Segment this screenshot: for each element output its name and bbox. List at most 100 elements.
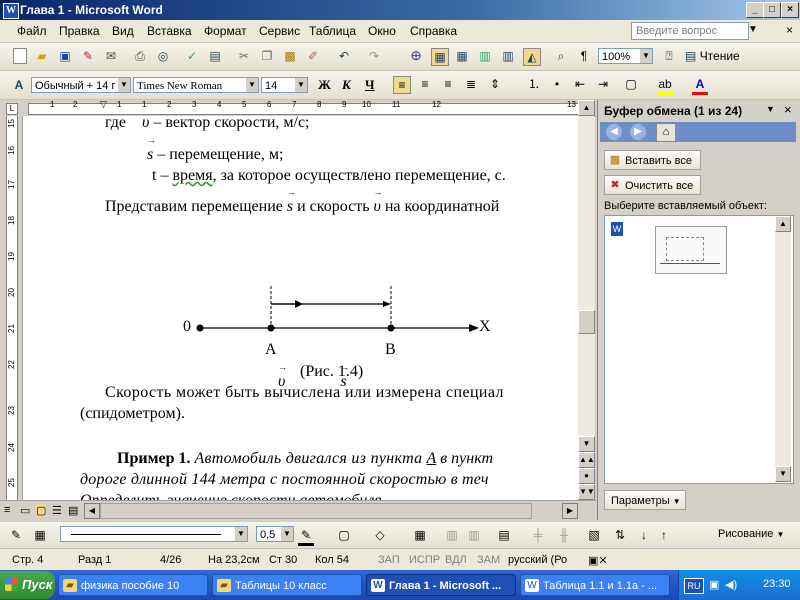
borders-icon[interactable]: ▢ [336,527,352,543]
print-layout-icon[interactable]: ▢ [36,504,47,517]
highlight-icon[interactable]: ab [657,76,673,95]
sort-asc-icon[interactable]: ↓ [636,527,652,543]
justify-icon[interactable]: ≣ [463,76,479,92]
table-icon[interactable]: ▦ [412,527,428,543]
print-preview-icon[interactable]: ◎ [155,48,171,64]
clear-all-button[interactable]: ✖ Очистить все [604,175,701,195]
back-icon[interactable]: ◀ [606,124,622,140]
undo-icon[interactable]: ↶ [336,48,352,64]
normal-view-icon[interactable]: ≡ [4,504,10,516]
columns-icon[interactable]: ▥ [500,48,516,64]
decrease-indent-icon[interactable]: ⇤ [572,76,588,92]
show-hide-icon[interactable]: ¶ [576,48,592,64]
permission-icon[interactable]: ✎ [80,48,96,64]
merge-cells-icon[interactable]: ▥ [444,527,460,543]
list-scrollbar[interactable]: ▲ ▼ [775,216,791,482]
options-button[interactable]: Параметры ▼ [604,490,686,510]
hyperlink-icon[interactable]: 🜨 [408,48,424,64]
vertical-ruler[interactable]: 15 16 17 18 19 20 21 22 23 24 25 [0,116,23,500]
styles-icon[interactable]: A [11,77,27,93]
clipboard-items-list[interactable]: W ▲ ▼ [604,215,794,484]
browse-object-icon[interactable]: ● [578,468,595,484]
menu-table[interactable]: Таблица [309,24,356,38]
align-center-icon[interactable]: ≡ [417,76,433,92]
home-icon[interactable]: ⌂ [656,123,676,142]
copy-icon[interactable]: ❐ [259,48,275,64]
menu-insert[interactable]: Вставка [147,24,192,38]
scroll-down-icon[interactable]: ▼ [775,466,791,482]
italic-button[interactable]: К [342,77,351,93]
taskbar-item[interactable]: ▰ Таблицы 10 класс [212,574,362,596]
spelling-status-icon[interactable]: ▣✕ [588,554,608,567]
text-direction-icon[interactable]: ⇅ [612,527,628,543]
menu-view[interactable]: Вид [112,24,134,38]
numbering-icon[interactable]: ⒈ [526,76,542,92]
clock[interactable]: 23:30 [763,578,791,590]
redo-icon[interactable]: ↷ [366,48,382,64]
hscroll-thumb[interactable] [100,503,532,519]
vertical-scrollbar[interactable]: ▲ ▼ ▲▲ ● ▼▼ [578,100,595,500]
menu-edit[interactable]: Правка [59,24,100,38]
document-map-icon[interactable]: ⌕ [553,48,569,64]
align-right-icon[interactable]: ≡ [440,76,456,92]
align-icon[interactable]: ▤ [496,527,512,543]
menu-tools[interactable]: Сервис [259,24,300,38]
style-select[interactable]: Обычный + 14 г ▼ [31,77,131,93]
bold-button[interactable]: Ж [318,77,331,93]
cut-icon[interactable]: ✂ [236,48,252,64]
distribute-cols-icon[interactable]: ╫ [556,527,572,543]
paste-icon[interactable]: ▩ [282,48,298,64]
font-select[interactable]: Times New Roman ▼ [133,77,259,93]
drawing-icon[interactable]: ◭ [523,48,541,66]
font-size-select[interactable]: 14 ▼ [261,77,308,93]
email-icon[interactable]: ✉ [103,48,119,64]
font-color-icon[interactable]: A [692,76,708,95]
word-icon[interactable]: W [3,3,19,19]
increase-indent-icon[interactable]: ⇥ [595,76,611,92]
network-icon[interactable]: ▣ [709,578,719,591]
insert-excel-icon[interactable]: ▥ [477,48,493,64]
scroll-down-icon[interactable]: ▼ [578,436,595,452]
distribute-rows-icon[interactable]: ╪ [530,527,546,543]
align-left-icon[interactable]: ≡ [393,76,411,94]
research-icon[interactable]: ▤ [207,48,223,64]
line-spacing-icon[interactable]: ⇕ [487,76,503,92]
outline-view-icon[interactable]: ☰ [52,504,62,517]
split-cells-icon[interactable]: ▥ [466,527,482,543]
next-page-icon[interactable]: ▼▼ [578,484,595,500]
line-color-icon[interactable]: ✎ [298,527,314,546]
autoformat-icon[interactable]: ▧ [586,527,602,543]
paste-all-button[interactable]: ▩ Вставить все [604,150,701,170]
scroll-up-icon[interactable]: ▲ [578,100,595,116]
dropdown-arrow-icon[interactable]: ▼ [748,24,758,35]
menu-file[interactable]: Файл [17,24,47,38]
diagram-icon[interactable]: ▦ [32,527,48,543]
scroll-thumb[interactable] [578,310,595,334]
zoom-select[interactable]: 100% ▼ [598,48,653,64]
status-overtype[interactable]: ЗАМ [477,554,500,566]
horizontal-scrollbar[interactable]: ≡ ▭ ▢ ☰ ▤ ◀ ▶ [0,500,597,521]
minimize-button[interactable]: _ [746,2,764,18]
previous-page-icon[interactable]: ▲▲ [578,452,595,468]
forward-icon[interactable]: ▶ [630,124,646,140]
clipboard-item-thumbnail[interactable] [655,226,727,274]
menu-help[interactable]: Справка [410,24,457,38]
menu-window[interactable]: Окно [368,24,396,38]
help-icon[interactable]: ⍰ [661,48,677,64]
taskbar-item-active[interactable]: W Глава 1 - Microsoft ... [366,574,516,596]
ask-question-input[interactable]: Введите вопрос [631,22,749,40]
scroll-left-icon[interactable]: ◀ [84,503,100,519]
fill-color-icon[interactable]: ◇ [372,527,388,543]
tables-borders-icon[interactable]: ▦ [431,48,449,66]
taskbar-item[interactable]: W Таблица 1.1 и 1.1а - ... [520,574,670,596]
format-painter-icon[interactable]: ✐ [305,48,321,64]
menu-format[interactable]: Формат [204,24,247,38]
save-icon[interactable]: ▣ [57,48,73,64]
indent-marker-icon[interactable]: ▽ [100,99,107,110]
spelling-icon[interactable]: ✓ [184,48,200,64]
language-indicator[interactable]: RU [684,578,704,594]
start-button[interactable]: Пуск [0,571,55,599]
open-folder-icon[interactable]: ▰ [34,48,50,64]
document-page[interactable]: где υ – вектор скорости, м/с; s – переме… [23,116,578,500]
taskbar-item[interactable]: ▰ физика пособие 10 [58,574,208,596]
